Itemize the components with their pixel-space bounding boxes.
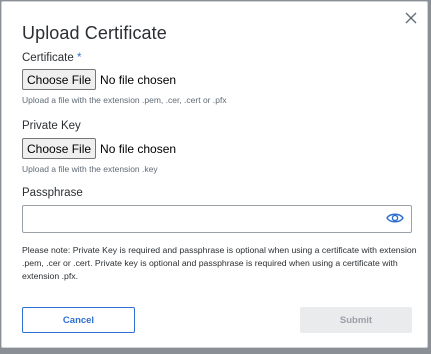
private-key-hint: Upload a file with the extension .key	[22, 164, 158, 174]
certificate-label: Certificate *	[22, 52, 81, 64]
private-key-file-input: Choose File No file chosen	[22, 138, 176, 159]
private-key-file-status: No file chosen	[100, 141, 177, 156]
certificate-choose-file-button[interactable]: Choose File	[22, 69, 97, 90]
dialog-title: Upload Certificate	[22, 23, 167, 43]
submit-button[interactable]: Submit	[300, 307, 412, 333]
certificate-file-status: No file chosen	[100, 72, 177, 87]
upload-certificate-dialog: Upload Certificate Certificate * Choose …	[1, 1, 428, 348]
certificate-label-text: Certificate	[22, 52, 74, 64]
private-key-choose-file-button[interactable]: Choose File	[22, 138, 97, 159]
eye-icon[interactable]	[386, 211, 404, 225]
cancel-button[interactable]: Cancel	[22, 307, 135, 333]
passphrase-note: Please note: Private Key is required and…	[22, 245, 417, 281]
certificate-hint: Upload a file with the extension .pem, .…	[22, 95, 227, 105]
passphrase-input[interactable]	[22, 205, 412, 233]
private-key-label: Private Key	[22, 120, 81, 132]
certificate-file-input: Choose File No file chosen	[22, 69, 176, 90]
passphrase-label: Passphrase	[22, 187, 83, 199]
close-icon[interactable]	[403, 10, 419, 26]
required-marker: *	[76, 52, 82, 64]
